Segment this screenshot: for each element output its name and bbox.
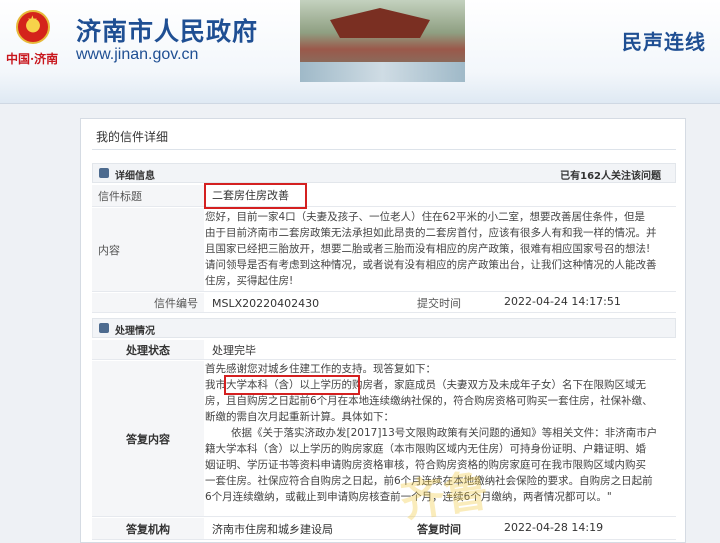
letter-content-text: 您好，目前一家4口（夫妻及孩子、一位老人）住在62平米的小二室，想要改善居住条件… xyxy=(205,209,673,289)
content-line: 且国家已经把三胎放开，想要二胎或者三胎而没有相应的房产政策，很难有相应国家号召的… xyxy=(205,243,651,255)
site-header: ★ 中国·济南 济南市人民政府 www.jinan.gov.cn 民声连线 xyxy=(0,0,720,104)
content-line: 由于目前济南市二套房政策无法承担如此昂贵的二套房首付，应该有很多人有和我一样的情… xyxy=(205,227,657,239)
letter-id-row: 信件编号 MSLX20220402430 提交时间 2022-04-24 14:… xyxy=(92,293,676,313)
reply-label: 答复内容 xyxy=(92,361,204,516)
reply-line: 籍大学本科（含）以上学历的购房家庭（本市限购区域内无住房）可持身份证明、户籍证明… xyxy=(205,443,646,455)
submit-time-label: 提交时间 xyxy=(417,297,461,310)
status-value: 处理完毕 xyxy=(212,344,256,357)
section-title[interactable]: 民声连线 xyxy=(622,26,706,55)
tab-divider xyxy=(92,149,676,150)
letter-title-row: 信件标题 二套房住房改善 xyxy=(92,185,676,207)
site-title[interactable]: 济南市人民政府 xyxy=(76,12,258,48)
lake-graphic xyxy=(300,62,465,82)
reply-org-label: 答复机构 xyxy=(92,518,204,539)
reply-org-row: 答复机构 济南市住房和城乡建设局 答复时间 2022-04-28 14:19 xyxy=(92,518,676,540)
detail-section-label: 详细信息 xyxy=(115,171,155,182)
follow-count: 已有162人关注该问题 xyxy=(560,171,661,182)
detail-section-header: 详细信息 已有162人关注该问题 xyxy=(92,163,676,183)
info-icon xyxy=(99,168,109,178)
reply-time-value: 2022-04-28 14:19 xyxy=(504,521,604,534)
tab-letter-detail[interactable]: 我的信件详细 xyxy=(96,128,168,145)
reply-line: 断缴的需自次月起重新计算。具体如下： xyxy=(205,411,394,423)
status-label: 处理状态 xyxy=(92,340,204,359)
letter-id-value: MSLX20220402430 xyxy=(212,297,320,310)
reply-line: 依据《关于落实济政办发[2017]13号文限购政策有关问题的通知》等相关文件：非… xyxy=(231,427,658,439)
handling-section-header: 处理情况 xyxy=(92,318,676,338)
site-url[interactable]: www.jinan.gov.cn xyxy=(76,46,198,64)
city-logo-text: 中国·济南 xyxy=(6,52,59,66)
handling-section-label: 处理情况 xyxy=(115,326,155,337)
letter-id-label: 信件编号 xyxy=(92,293,204,312)
reply-line: 房，且自购房之日起前6个月在本地连续缴纳社保的，符合购房资格可购买一套住房，社保… xyxy=(205,395,653,407)
letter-content-label: 内容 xyxy=(92,208,204,291)
content-line: 您好，目前一家4口（夫妻及孩子、一位老人）住在62平米的小二室，想要改善居住条件… xyxy=(205,211,646,223)
highlight-box-title xyxy=(204,183,307,209)
reply-org-value: 济南市住房和城乡建设局 xyxy=(212,523,333,536)
status-row: 处理状态 处理完毕 xyxy=(92,340,676,360)
highlight-box-degree xyxy=(224,375,360,395)
settings-icon xyxy=(99,323,109,333)
letter-title-label: 信件标题 xyxy=(92,185,204,206)
content-line: 住房，买得起住房! xyxy=(205,275,294,287)
reply-time-label: 答复时间 xyxy=(417,523,461,536)
submit-time-value: 2022-04-24 14:17:51 xyxy=(504,295,621,308)
content-line: 请问领导是否有考虑到这种情况，或者说有没有相应的房产政策出台，让我们这种情况的人… xyxy=(205,259,657,271)
star-icon: ★ xyxy=(27,13,38,27)
